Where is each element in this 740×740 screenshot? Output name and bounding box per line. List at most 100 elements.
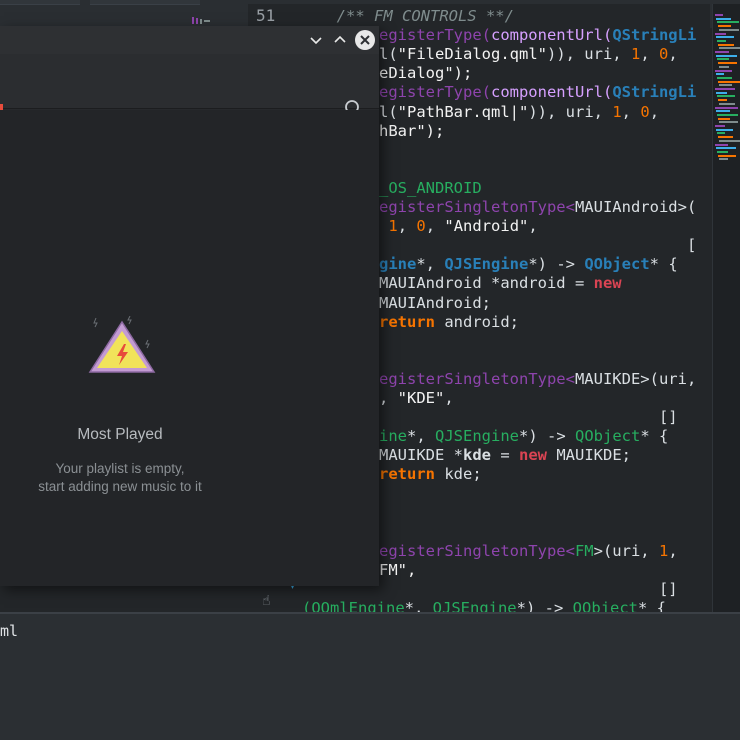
code-token: >(: [677, 198, 697, 216]
code-line[interactable]: hBar");: [379, 122, 444, 140]
code-token: l(: [379, 102, 398, 121]
code-token: *,: [416, 255, 445, 274]
player-toolbar: [0, 54, 379, 118]
minimap-line: [719, 65, 729, 68]
code-token: /** FM CONTROLS **/: [318, 7, 514, 25]
minimap-line: [715, 69, 732, 72]
code-line[interactable]: egisterType(componentUrl(QStringLi: [379, 26, 696, 44]
code-token: android;: [435, 312, 519, 331]
minimap-line: [719, 102, 735, 105]
hand-icon[interactable]: ☝: [262, 592, 271, 610]
expand-button[interactable]: [330, 30, 350, 50]
minimap-line: [716, 91, 727, 94]
code-token: _OS_ANDROID: [379, 178, 482, 197]
code-line[interactable]: egisterSingletonType<MAUIKDE>(uri,: [379, 370, 696, 388]
minimap-line: [718, 117, 730, 120]
code-line[interactable]: _OS_ANDROID: [379, 179, 482, 197]
code-token: ,: [640, 45, 659, 64]
code-token: "PathBar.qml|": [397, 102, 529, 121]
code-token: []: [379, 580, 678, 598]
code-token: >(uri,: [640, 369, 697, 388]
minimap-line: [717, 58, 729, 61]
minimap-line: [718, 80, 740, 83]
player-content: [0, 110, 379, 586]
minimap-line: [718, 136, 733, 139]
code-line[interactable]: /** FM CONTROLS **/: [318, 7, 514, 25]
minimap-line: [718, 154, 736, 157]
minimap-line: [715, 88, 735, 90]
code-line[interactable]: [: [379, 236, 696, 254]
code-line[interactable]: egisterType(componentUrl(QStringLi: [379, 83, 696, 101]
code-token: 0: [659, 45, 669, 64]
editor-tab[interactable]: [90, 0, 200, 5]
code-token: hBar");: [379, 121, 445, 140]
code-token: ,: [668, 541, 678, 560]
code-line[interactable]: eDialog");: [379, 64, 472, 82]
code-line[interactable]: FM",: [379, 561, 416, 579]
minimap-line: [718, 99, 727, 102]
minimap-line: [719, 121, 738, 124]
code-token: new: [519, 446, 547, 465]
code-token: ,: [444, 389, 454, 407]
minimap-line: [717, 76, 732, 79]
music-player-window: Most Played Your playlist is empty, star…: [0, 26, 379, 586]
code-line[interactable]: []: [379, 408, 678, 426]
code-line[interactable]: []: [379, 580, 678, 598]
code-token: 0: [640, 102, 650, 121]
code-token: "Android": [444, 217, 529, 236]
code-token: QObject: [584, 255, 650, 274]
code-line[interactable]: 1, 0, "Android",: [379, 217, 537, 236]
code-token: egisterSingletonType<: [379, 369, 575, 388]
code-token: QStringLi: [612, 26, 697, 45]
bottom-panel: ml: [0, 612, 740, 740]
minimap-line: [719, 84, 732, 87]
code-token: ,: [379, 389, 398, 407]
editor-minimap[interactable]: [712, 4, 740, 614]
code-line[interactable]: egisterSingletonType<MAUIAndroid>(: [379, 198, 696, 216]
editor-tab[interactable]: [0, 0, 80, 5]
code-token: return: [379, 465, 435, 484]
chevron-down-icon: [310, 37, 322, 45]
minimap-line: [715, 106, 738, 109]
code-token: MAUIKDE *: [379, 446, 463, 465]
code-token: MAUIKDE;: [547, 446, 631, 465]
minimap-line: [715, 143, 728, 146]
code-token: eDialog");: [379, 64, 473, 83]
close-icon: [360, 35, 370, 45]
minimap-line: [716, 17, 731, 20]
code-token: * {: [649, 255, 678, 274]
code-token: kde: [463, 446, 491, 465]
collapse-button[interactable]: [306, 30, 326, 50]
code-line[interactable]: l("PathBar.qml|")), uri, 1, 0,: [379, 103, 659, 121]
code-line[interactable]: MAUIAndroid *android = new: [379, 274, 622, 292]
close-button[interactable]: [355, 30, 375, 50]
code-line[interactable]: MAUIAndroid;: [379, 294, 491, 312]
empty-state-line-2: start adding new music to it: [38, 479, 202, 494]
code-token: "KDE": [397, 389, 445, 407]
player-titlebar[interactable]: [0, 26, 379, 54]
code-line[interactable]: l("FileDialog.qml")), uri, 1, 0,: [379, 45, 678, 63]
code-token: return: [379, 312, 435, 331]
minimap-line: [716, 128, 733, 131]
code-line[interactable]: egisterSingletonType<FM>(uri, 1,: [379, 542, 678, 560]
minimap-line: [717, 132, 725, 135]
code-token: kde;: [435, 465, 482, 484]
code-token: FM: [574, 541, 594, 560]
code-token: ,: [425, 217, 445, 236]
minimap-line: [719, 158, 728, 161]
minimap-line: [716, 73, 724, 76]
code-line[interactable]: , "KDE",: [379, 389, 454, 407]
minimap-line: [715, 14, 723, 16]
minimap-line: [717, 95, 735, 98]
minimap-line: [718, 62, 737, 65]
code-line[interactable]: ine*, QJSEngine*) -> QObject* {: [379, 427, 668, 445]
code-token: )), uri,: [546, 45, 631, 64]
code-line[interactable]: MAUIKDE *kde = new MAUIKDE;: [379, 446, 631, 464]
code-line[interactable]: return android;: [379, 313, 519, 331]
code-token: QJSEngine: [435, 427, 519, 446]
code-line[interactable]: return kde;: [379, 465, 482, 483]
code-token: ,: [668, 45, 678, 64]
code-token: new: [593, 274, 622, 293]
code-token: MAUIAndroid *android =: [379, 274, 594, 293]
code-line[interactable]: gine*, QJSEngine*) -> QObject* {: [379, 255, 678, 273]
